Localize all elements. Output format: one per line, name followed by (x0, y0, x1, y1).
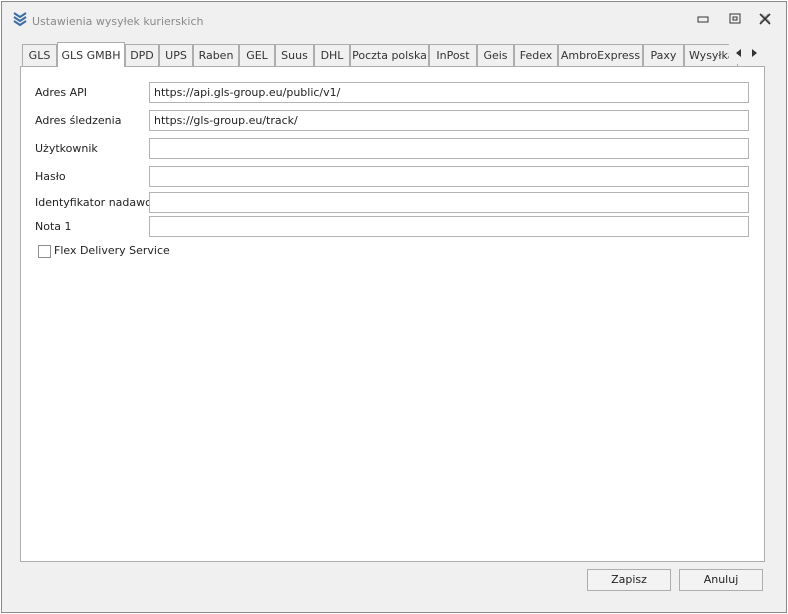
flex-delivery-label: Flex Delivery Service (54, 244, 170, 257)
cancel-button[interactable]: Anuluj (679, 569, 763, 591)
tab-dpd[interactable]: DPD (125, 44, 159, 66)
tab-gls-gmbh[interactable]: GLS GMBH (57, 42, 125, 67)
tab-label: DHL (320, 49, 344, 62)
tab-gls[interactable]: GLS (22, 44, 57, 66)
api-address-label: Adres API (35, 86, 87, 99)
tab-inpost[interactable]: InPost (429, 44, 477, 66)
tab-label: Geis (483, 49, 508, 62)
tab-dhl[interactable]: DHL (314, 44, 350, 66)
sender-id-input[interactable] (149, 192, 749, 213)
tab-label: Wysyłka (689, 49, 735, 62)
sender-id-label: Identyfikator nadawcy (35, 196, 158, 209)
tab-label: Poczta polska (352, 49, 427, 62)
password-input[interactable] (149, 166, 749, 187)
tracking-address-input[interactable]: https://gls-group.eu/track/ (149, 110, 749, 131)
save-button[interactable]: Zapisz (587, 569, 671, 591)
scroll-right-arrow-icon[interactable] (752, 49, 757, 57)
tracking-address-label: Adres śledzenia (35, 114, 122, 127)
tab-label: DPD (130, 49, 154, 62)
maximize-icon[interactable] (727, 12, 743, 26)
tab-label: GEL (246, 49, 268, 62)
api-address-input[interactable]: https://api.gls-group.eu/public/v1/ (149, 82, 749, 103)
tab-geis[interactable]: Geis (477, 44, 514, 66)
close-icon[interactable] (757, 12, 773, 26)
tab-poczta-polska[interactable]: Poczta polska (350, 44, 429, 66)
chevrons-down-app-icon (13, 12, 27, 27)
tab-label: GLS (28, 49, 51, 62)
user-label: Użytkownik (35, 142, 98, 155)
tab-ups[interactable]: UPS (159, 44, 193, 66)
tab-label: Raben (198, 49, 234, 62)
note-1-label: Nota 1 (35, 220, 72, 233)
flex-delivery-checkbox[interactable] (38, 245, 51, 258)
tab-raben[interactable]: Raben (193, 44, 239, 66)
tab-label: GLS GMBH (61, 49, 121, 62)
tab-label: UPS (165, 49, 187, 62)
tab-label: Fedex (519, 49, 553, 62)
tab-label: InPost (436, 49, 470, 62)
title-bar: Ustawienia wysyłek kurierskich (2, 2, 786, 33)
minimize-icon[interactable] (695, 12, 711, 26)
tab-fedex[interactable]: Fedex (514, 44, 558, 66)
tab-paxy[interactable]: Paxy (643, 44, 684, 66)
courier-tab-strip: GLS GLS GMBH DPD UPS Raben GEL Suus DHL … (22, 42, 767, 67)
tab-label: Suus (281, 49, 308, 62)
tab-content-panel: Adres API https://api.gls-group.eu/publi… (20, 66, 765, 562)
user-input[interactable] (149, 138, 749, 159)
tab-ambroexpress[interactable]: AmbroExpress (558, 44, 643, 66)
password-label: Hasło (35, 170, 66, 183)
tab-scroll-buttons (729, 44, 763, 64)
tab-suus[interactable]: Suus (275, 44, 314, 66)
tab-label: Paxy (650, 49, 677, 62)
tab-gel[interactable]: GEL (239, 44, 275, 66)
window-title: Ustawienia wysyłek kurierskich (32, 15, 204, 28)
scroll-left-arrow-icon[interactable] (736, 49, 741, 57)
note-1-input[interactable] (149, 216, 749, 237)
tab-label: AmbroExpress (560, 49, 641, 62)
